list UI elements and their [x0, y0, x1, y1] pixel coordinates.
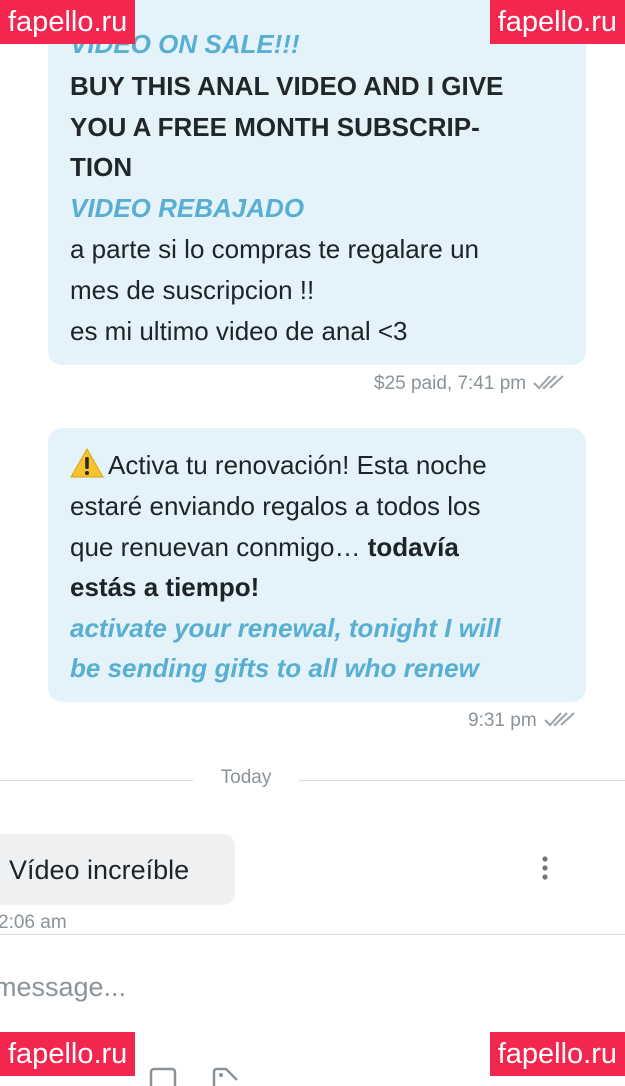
message-line: a parte si lo compras te regalare un [70, 234, 479, 264]
watermark-logo: fapello.ru [489, 1032, 625, 1076]
double-check-icon [532, 373, 566, 391]
day-divider-line [299, 780, 625, 781]
message-text: Activa tu renovación! Esta noche [108, 450, 487, 480]
more-options-icon[interactable] [535, 852, 555, 886]
message-meta: 9:31 pm [468, 710, 577, 732]
message-timestamp: $25 paid, 7:41 pm [374, 373, 527, 394]
day-divider-line [0, 780, 193, 781]
incoming-message-timestamp: 2:06 am [0, 912, 67, 933]
message-line: estaré enviando regalos a todos los [70, 491, 481, 521]
incoming-message-text: Vídeo increíble [9, 855, 190, 885]
message-line: mes de suscripcion !! [70, 275, 315, 305]
watermark-logo: fapello.ru [0, 1032, 136, 1076]
message-text-bold: todavía [367, 532, 459, 562]
watermark-logo: fapello.ru [489, 0, 625, 44]
message-meta: $25 paid, 7:41 pm [374, 373, 566, 395]
message-line: que renuevan conmigo… todavía [70, 530, 459, 564]
message-line: YOU A FREE MONTH SUBSCRIP- [70, 112, 480, 142]
message-text: que renuevan conmigo… [70, 532, 368, 562]
day-separator-label: Today [220, 767, 272, 788]
message-line: TION [70, 152, 133, 182]
double-check-icon [543, 710, 577, 728]
message-timestamp: 9:31 pm [468, 710, 537, 731]
message-line: be sending gifts to all who renew [70, 653, 479, 683]
message-line: BUY THIS ANAL VIDEO AND I GIVE [70, 71, 504, 101]
message-line: Activa tu renovación! Esta noche [70, 448, 487, 482]
watermark-logo: fapello.ru [0, 0, 136, 44]
composer-divider [0, 934, 625, 935]
message-input[interactable] [0, 962, 594, 1012]
warning-icon [70, 448, 104, 478]
tag-icon[interactable] [210, 1066, 240, 1086]
media-icon[interactable] [148, 1066, 178, 1086]
message-line: VIDEO REBAJADO [70, 193, 305, 223]
message-line: estás a tiempo! [70, 572, 260, 602]
message-line: activate your renewal, tonight I will [70, 613, 501, 643]
message-line: es mi ultimo video de anal <3 [70, 316, 408, 346]
